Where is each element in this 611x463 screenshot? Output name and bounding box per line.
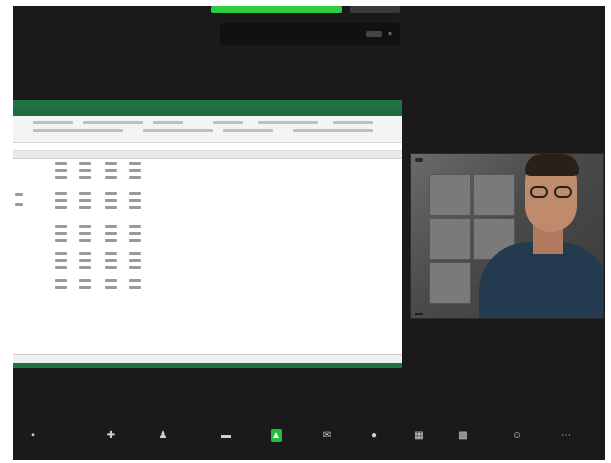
spreadsheet-cell[interactable] xyxy=(129,162,141,165)
spreadsheet-cell[interactable] xyxy=(129,252,141,255)
meeting-toolbar: ▪ ✚ ♟ ▬ ▲ ✉ ● ▦ ▩ ☺ ⋯ xyxy=(13,425,605,460)
spreadsheet-cell[interactable] xyxy=(79,206,91,209)
spreadsheet-cell[interactable] xyxy=(79,232,91,235)
breakout-rooms-button[interactable]: ▩ xyxy=(443,429,483,457)
spreadsheet-cell[interactable] xyxy=(55,239,67,242)
spreadsheet-cell[interactable] xyxy=(55,192,67,195)
notice-button[interactable] xyxy=(365,31,382,37)
spreadsheet-cell[interactable] xyxy=(105,266,117,269)
shared-screen-excel[interactable] xyxy=(13,100,402,368)
sharing-indicator-menu[interactable] xyxy=(350,6,400,13)
spreadsheet-cell[interactable] xyxy=(79,286,91,289)
spreadsheet-cell[interactable] xyxy=(129,232,141,235)
spreadsheet-cell[interactable] xyxy=(79,279,91,282)
spreadsheet-cell[interactable] xyxy=(79,239,91,242)
spreadsheet-cell[interactable] xyxy=(79,225,91,228)
security-button[interactable]: ✚ xyxy=(91,429,131,457)
share-screen-icon: ▲ xyxy=(270,429,282,442)
spreadsheet-cell[interactable] xyxy=(129,206,141,209)
record-button[interactable]: ● xyxy=(354,429,394,457)
video-label xyxy=(415,158,423,162)
row-label xyxy=(15,203,23,206)
spreadsheet-cell[interactable] xyxy=(55,259,67,262)
spreadsheet-cell[interactable] xyxy=(105,239,117,242)
more-icon: ⋯ xyxy=(561,430,571,441)
close-icon[interactable]: × xyxy=(388,31,392,38)
spreadsheet-cell[interactable] xyxy=(55,206,67,209)
participant-video[interactable] xyxy=(410,153,604,319)
share-screen-button[interactable]: ▲ xyxy=(256,429,296,457)
spreadsheet-cell[interactable] xyxy=(129,169,141,172)
spreadsheet-cell[interactable] xyxy=(79,252,91,255)
apps-button[interactable]: ☺ xyxy=(497,429,537,457)
spreadsheet-cell[interactable] xyxy=(129,259,141,262)
spreadsheet-cell[interactable] xyxy=(105,286,117,289)
spreadsheet-cell[interactable] xyxy=(105,199,117,202)
spreadsheet-cell[interactable] xyxy=(105,192,117,195)
spreadsheet-cell[interactable] xyxy=(55,162,67,165)
more-button[interactable]: ⋯ xyxy=(546,429,586,457)
security-icon: ✚ xyxy=(106,430,116,441)
excel-ribbon-tabs[interactable] xyxy=(13,109,402,116)
spreadsheet-cell[interactable] xyxy=(79,169,91,172)
participant-name xyxy=(415,313,423,315)
spreadsheet-cell[interactable] xyxy=(55,176,67,179)
breakout-rooms-icon: ▩ xyxy=(458,430,468,441)
excel-status-bar xyxy=(13,363,402,368)
sharing-indicator-bar[interactable] xyxy=(211,6,342,13)
formula-bar[interactable] xyxy=(13,143,402,151)
spreadsheet-cell[interactable] xyxy=(129,199,141,202)
spreadsheet-cell[interactable] xyxy=(55,266,67,269)
spreadsheet-cell[interactable] xyxy=(105,252,117,255)
record-icon: ● xyxy=(370,430,378,441)
glasses xyxy=(530,186,574,198)
spreadsheet-cell[interactable] xyxy=(55,252,67,255)
spreadsheet-cell[interactable] xyxy=(79,176,91,179)
spreadsheet-cell[interactable] xyxy=(129,176,141,179)
spreadsheet-cell[interactable] xyxy=(129,279,141,282)
spreadsheet-cell[interactable] xyxy=(105,206,117,209)
spreadsheet-cell[interactable] xyxy=(55,232,67,235)
row-label xyxy=(15,193,23,196)
participants-icon: ♟ xyxy=(158,430,168,441)
show-captions-button[interactable]: ▦ xyxy=(399,429,439,457)
spreadsheet-cell[interactable] xyxy=(129,239,141,242)
spreadsheet-cell[interactable] xyxy=(105,162,117,165)
spreadsheet-cell[interactable] xyxy=(105,279,117,282)
excel-ribbon[interactable] xyxy=(13,116,402,143)
unmute-video-icon: ▪ xyxy=(31,430,35,441)
participants-button[interactable]: ♟ xyxy=(143,429,183,457)
spreadsheet-cell[interactable] xyxy=(55,279,67,282)
spreadsheet-cell[interactable] xyxy=(79,192,91,195)
spreadsheet-cell[interactable] xyxy=(55,199,67,202)
new-share-button[interactable]: ✉ xyxy=(307,429,347,457)
spreadsheet-cell[interactable] xyxy=(105,232,117,235)
spreadsheet-cell[interactable] xyxy=(129,266,141,269)
spreadsheet-cell[interactable] xyxy=(55,286,67,289)
unmute-video-button[interactable]: ▪ xyxy=(13,429,53,457)
chat-icon: ▬ xyxy=(221,430,231,441)
spreadsheet-grid[interactable] xyxy=(13,157,402,355)
spreadsheet-cell[interactable] xyxy=(55,225,67,228)
apps-icon: ☺ xyxy=(511,430,523,441)
meeting-notice: × xyxy=(220,23,400,45)
spreadsheet-cell[interactable] xyxy=(105,176,117,179)
new-share-icon: ✉ xyxy=(322,430,332,441)
spreadsheet-cell[interactable] xyxy=(79,162,91,165)
spreadsheet-cell[interactable] xyxy=(129,192,141,195)
spreadsheet-cell[interactable] xyxy=(129,286,141,289)
spreadsheet-cell[interactable] xyxy=(79,259,91,262)
spreadsheet-cell[interactable] xyxy=(105,169,117,172)
chat-button[interactable]: ▬ xyxy=(206,429,246,457)
spreadsheet-cell[interactable] xyxy=(79,199,91,202)
excel-title-bar xyxy=(13,100,402,109)
spreadsheet-cell[interactable] xyxy=(105,225,117,228)
show-captions-icon: ▦ xyxy=(414,430,424,441)
spreadsheet-cell[interactable] xyxy=(79,266,91,269)
spreadsheet-cell[interactable] xyxy=(105,259,117,262)
spreadsheet-cell[interactable] xyxy=(55,169,67,172)
spreadsheet-cell[interactable] xyxy=(129,225,141,228)
